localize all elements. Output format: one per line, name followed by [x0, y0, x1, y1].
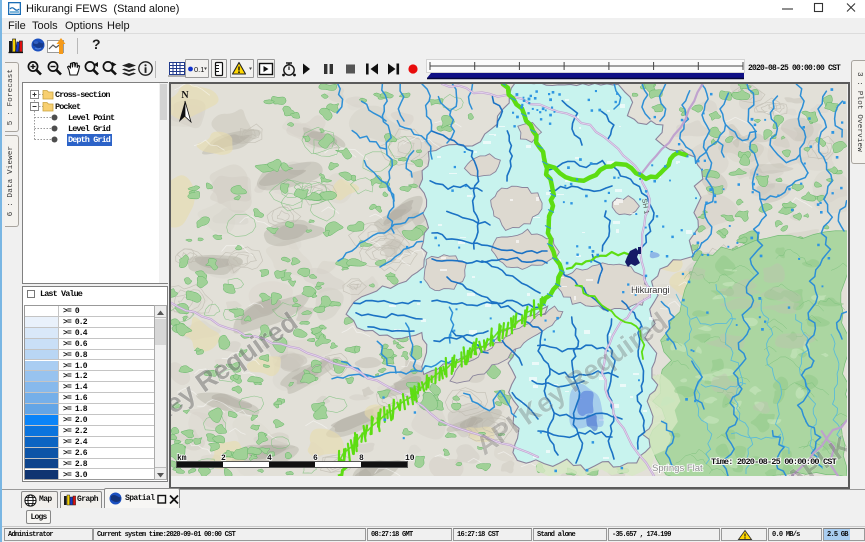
svg-text:Hikurangi: Hikurangi	[631, 285, 669, 296]
svg-text:km: km	[177, 454, 187, 463]
svg-text:Springs Flat: Springs Flat	[652, 463, 703, 474]
svg-text:0.1: 0.1	[194, 65, 204, 74]
svg-text:10: 10	[405, 454, 415, 463]
svg-text:N: N	[181, 90, 189, 101]
svg-text:2: 2	[221, 454, 226, 463]
svg-text:6: 6	[313, 454, 318, 463]
svg-text:4: 4	[267, 454, 272, 463]
svg-text:Time: 2020-08-25 00:00:00 CST: Time: 2020-08-25 00:00:00 CST	[711, 457, 837, 467]
svg-text:8: 8	[359, 454, 364, 463]
